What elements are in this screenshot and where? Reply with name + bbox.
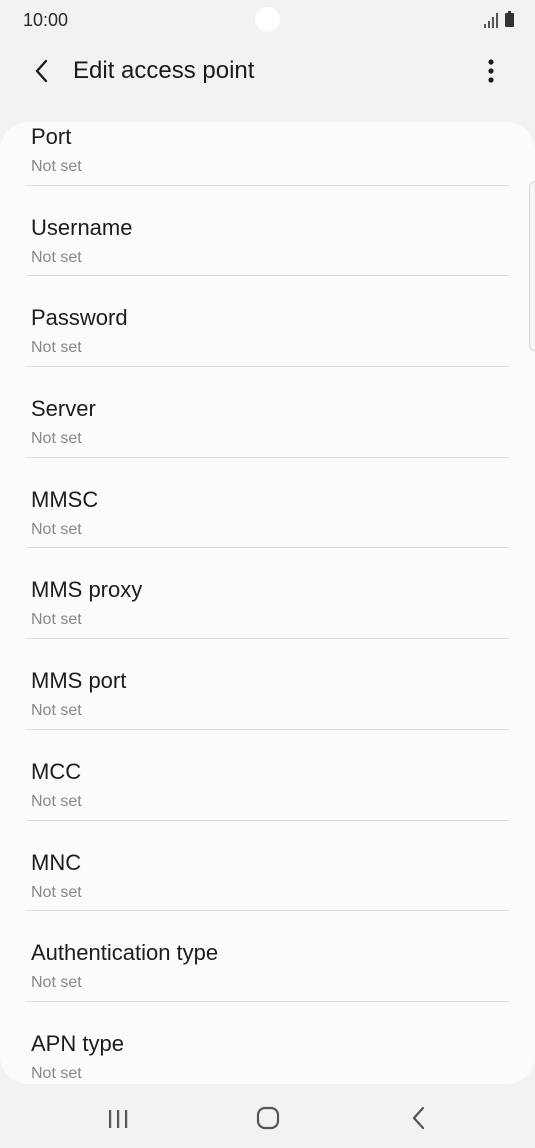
setting-value: Not set bbox=[31, 158, 82, 175]
setting-mms-port[interactable]: MMS port Not set bbox=[0, 639, 535, 730]
settings-list: Port Not set Username Not set Password N… bbox=[0, 122, 535, 1084]
setting-title: APN type bbox=[31, 1030, 124, 1056]
setting-title: Authentication type bbox=[31, 940, 219, 966]
setting-value: Not set bbox=[31, 339, 82, 357]
setting-title: Port bbox=[31, 124, 72, 149]
page-title: Edit access point bbox=[73, 57, 255, 84]
more-options-button[interactable] bbox=[477, 54, 505, 88]
setting-value: Not set bbox=[31, 248, 82, 266]
setting-value: Not set bbox=[31, 520, 82, 538]
setting-title: Server bbox=[31, 396, 96, 422]
setting-value: Not set bbox=[31, 702, 82, 720]
setting-server[interactable]: Server Not set bbox=[0, 367, 535, 458]
setting-authentication-type[interactable]: Authentication type Not set bbox=[0, 911, 535, 1002]
back-button[interactable] bbox=[25, 54, 59, 88]
recents-icon[interactable] bbox=[104, 1106, 132, 1132]
setting-title: Username bbox=[31, 214, 133, 240]
settings-card: Port Not set Username Not set Password N… bbox=[0, 122, 535, 1084]
setting-mcc[interactable]: MCC Not set bbox=[0, 730, 535, 821]
nav-bar bbox=[0, 1088, 535, 1148]
more-vertical-icon bbox=[488, 59, 494, 83]
setting-apn-type[interactable]: APN type Not set bbox=[0, 1002, 535, 1084]
setting-title: MMS port bbox=[31, 668, 127, 694]
app-header: Edit access point bbox=[0, 40, 535, 104]
setting-value: Not set bbox=[31, 792, 82, 810]
setting-password[interactable]: Password Not set bbox=[0, 276, 535, 368]
setting-mnc[interactable]: MNC Not set bbox=[0, 821, 535, 912]
chevron-left-icon bbox=[35, 59, 48, 83]
camera-cutout bbox=[255, 7, 280, 32]
setting-title: MMS proxy bbox=[31, 577, 143, 603]
screen: 10:00 Edit access point Port Not set Use… bbox=[0, 0, 535, 1148]
home-icon[interactable] bbox=[254, 1104, 282, 1132]
battery-icon bbox=[505, 11, 514, 27]
signal-icon bbox=[484, 13, 498, 28]
setting-title: MMSC bbox=[31, 486, 99, 512]
scrollbar[interactable] bbox=[529, 181, 535, 351]
setting-mms-proxy[interactable]: MMS proxy Not set bbox=[0, 548, 535, 640]
setting-username[interactable]: Username Not set bbox=[0, 186, 535, 277]
setting-value: Not set bbox=[31, 611, 82, 629]
setting-value: Not set bbox=[31, 974, 82, 992]
setting-title: MNC bbox=[31, 849, 82, 875]
setting-port[interactable]: Port Not set bbox=[0, 122, 535, 186]
status-time: 10:00 bbox=[23, 10, 69, 30]
setting-value: Not set bbox=[31, 883, 82, 901]
setting-value: Not set bbox=[31, 430, 82, 448]
setting-title: Password bbox=[31, 305, 128, 331]
status-bar: 10:00 bbox=[0, 0, 535, 40]
setting-value: Not set bbox=[31, 1064, 82, 1082]
setting-mmsc[interactable]: MMSC Not set bbox=[0, 458, 535, 549]
setting-title: MCC bbox=[31, 758, 82, 784]
back-icon[interactable] bbox=[405, 1104, 433, 1132]
